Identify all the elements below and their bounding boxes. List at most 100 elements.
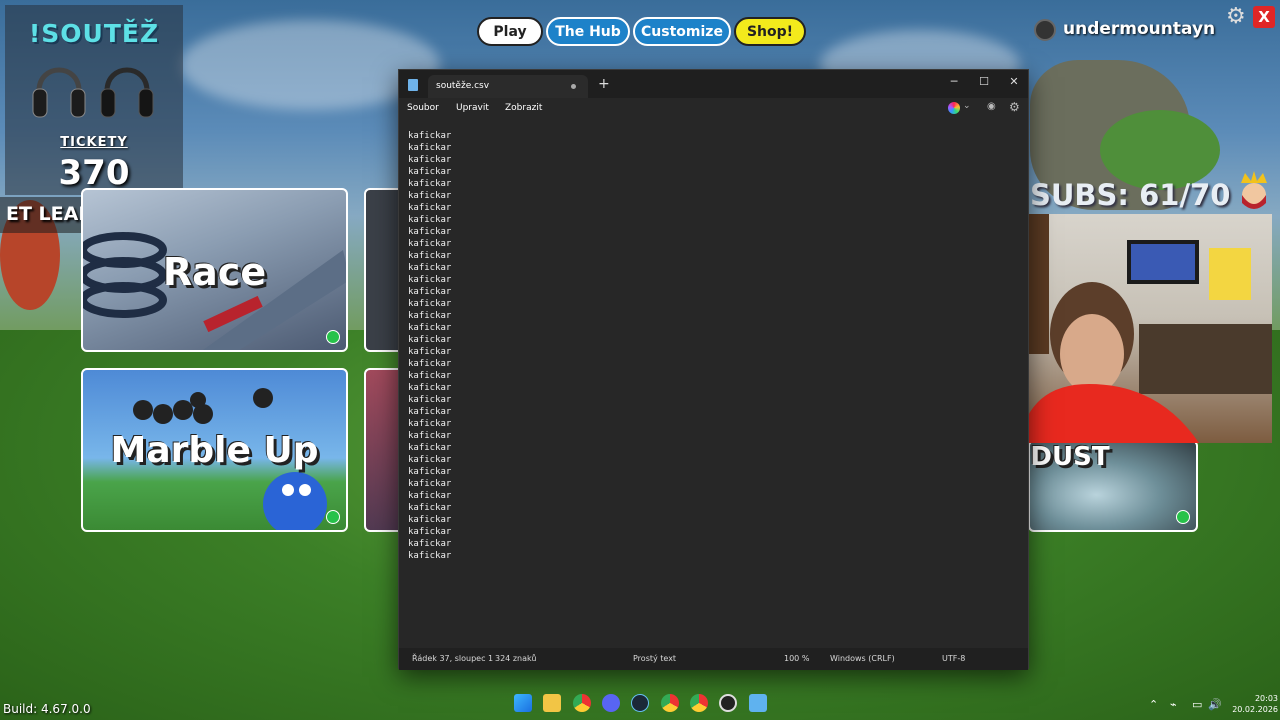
menu-view[interactable]: Zobrazit: [505, 103, 542, 113]
tickets-label: TICKETY: [60, 135, 128, 150]
text-line: kafickar: [408, 311, 452, 321]
the-hub-button[interactable]: The Hub: [546, 17, 630, 46]
text-line: kafickar: [408, 503, 452, 513]
chrome-icon[interactable]: [573, 694, 591, 712]
text-line: kafickar: [408, 215, 452, 225]
text-line: kafickar: [408, 251, 452, 261]
text-line: kafickar: [408, 131, 452, 141]
text-line: kafickar: [408, 359, 452, 369]
minimize-icon[interactable]: ─: [944, 73, 964, 91]
tile-title-race: Race: [162, 250, 267, 294]
play-button[interactable]: Play: [477, 17, 543, 46]
text-line: kafickar: [408, 515, 452, 525]
chrome-profile-icon[interactable]: [661, 694, 679, 712]
account-icon[interactable]: ◉: [987, 101, 996, 112]
headset-image: [100, 67, 154, 118]
status-dot-icon: [326, 510, 340, 524]
headset-image: [32, 67, 86, 118]
gear-icon[interactable]: ⚙: [1226, 6, 1248, 28]
chrome-profile-2-icon[interactable]: [690, 694, 708, 712]
text-line: kafickar: [408, 143, 452, 153]
volume-icon[interactable]: 🔊: [1208, 698, 1222, 711]
chevron-down-icon[interactable]: ⌄: [963, 101, 971, 111]
clock-time: 20:03: [1254, 694, 1278, 703]
subs-counter: SUBS: 61/70: [1030, 178, 1231, 212]
king-mascot-icon: [1241, 171, 1267, 209]
text-line: kafickar: [408, 407, 452, 417]
line-ending: Windows (CRLF): [830, 654, 895, 663]
game-tile-dust[interactable]: DUST: [1028, 440, 1198, 532]
chevron-up-icon[interactable]: ⌃: [1149, 698, 1158, 711]
text-line: kafickar: [408, 371, 452, 381]
text-editor[interactable]: kafickar kafickar kafickar kafickar kafickar…: [399, 120, 1028, 646]
text-line: kafickar: [408, 227, 452, 237]
system-clock[interactable]: 20:03 20.02.2026: [1228, 693, 1278, 715]
game-tile-marble-up[interactable]: Marble Up: [81, 368, 348, 532]
close-game-button[interactable]: X: [1253, 6, 1275, 28]
text-line: kafickar: [408, 191, 452, 201]
windows-start-icon[interactable]: [514, 694, 532, 712]
text-line: kafickar: [408, 335, 452, 345]
new-tab-button[interactable]: +: [598, 76, 610, 92]
text-line: kafickar: [408, 347, 452, 357]
file-explorer-icon[interactable]: [543, 694, 561, 712]
text-line: kafickar: [408, 551, 452, 561]
text-line: kafickar: [408, 287, 452, 297]
notepad-titlebar: soutěže.csv + ─ ☐ ✕: [399, 70, 1028, 98]
text-line: kafickar: [408, 443, 452, 453]
clock-date: 20.02.2026: [1232, 705, 1278, 714]
text-line: kafickar: [408, 179, 452, 189]
game-tile-race[interactable]: Race: [81, 188, 348, 352]
notepad-app-icon: [408, 79, 418, 91]
copilot-icon[interactable]: [948, 102, 960, 114]
text-line: kafickar: [408, 299, 452, 309]
text-line: kafickar: [408, 167, 452, 177]
status-bar: Řádek 37, sloupec 1 324 znaků Prostý tex…: [399, 648, 1028, 670]
maximize-icon[interactable]: ☐: [974, 73, 994, 91]
tickets-count: 370: [58, 153, 130, 193]
network-icon[interactable]: ⌁: [1170, 698, 1177, 711]
text-line: kafickar: [408, 527, 452, 537]
text-line: kafickar: [408, 263, 452, 273]
status-dot-icon: [1176, 510, 1190, 524]
discord-icon[interactable]: [602, 694, 620, 712]
text-line: kafickar: [408, 203, 452, 213]
user-avatar-icon: [1034, 19, 1056, 41]
text-line: kafickar: [408, 395, 452, 405]
text-line: kafickar: [408, 479, 452, 489]
tile-title-marble-up: Marble Up: [110, 430, 319, 471]
menu-edit[interactable]: Upravit: [456, 103, 489, 113]
text-line: kafickar: [408, 155, 452, 165]
text-line: kafickar: [408, 239, 452, 249]
char-count: 324 znaků: [495, 654, 537, 663]
text-line: kafickar: [408, 419, 452, 429]
contest-title: !SOUTĚŽ: [28, 19, 160, 48]
file-tab[interactable]: soutěže.csv: [428, 75, 588, 98]
text-line: kafickar: [408, 467, 452, 477]
text-line: kafickar: [408, 431, 452, 441]
customize-button[interactable]: Customize: [633, 17, 731, 46]
text-format: Prostý text: [633, 654, 677, 663]
text-line: kafickar: [408, 455, 452, 465]
steam-icon[interactable]: [631, 694, 649, 712]
text-line: kafickar: [408, 539, 452, 549]
status-dot-icon: [326, 330, 340, 344]
zoom-level[interactable]: 100 %: [784, 654, 809, 663]
menu-file[interactable]: Soubor: [407, 103, 439, 113]
text-line: kafickar: [408, 323, 452, 333]
close-icon[interactable]: ✕: [1004, 73, 1024, 91]
settings-gear-icon[interactable]: ⚙: [1009, 100, 1020, 114]
shop-button[interactable]: Shop!: [734, 17, 806, 46]
file-tab-label: soutěže.csv: [436, 81, 490, 91]
text-line: kafickar: [408, 491, 452, 501]
username: undermountayn: [1063, 19, 1216, 39]
obs-icon[interactable]: [719, 694, 737, 712]
cursor-position: Řádek 37, sloupec 1: [412, 654, 494, 663]
display-icon[interactable]: ▭: [1192, 698, 1202, 711]
unsaved-dot-icon[interactable]: [571, 84, 576, 89]
notepad-taskbar-icon[interactable]: [749, 694, 767, 712]
text-line: kafickar: [408, 275, 452, 285]
notepad-menubar: Soubor Upravit Zobrazit: [399, 98, 1028, 120]
encoding: UTF-8: [942, 654, 966, 663]
text-line: kafickar: [408, 383, 452, 393]
